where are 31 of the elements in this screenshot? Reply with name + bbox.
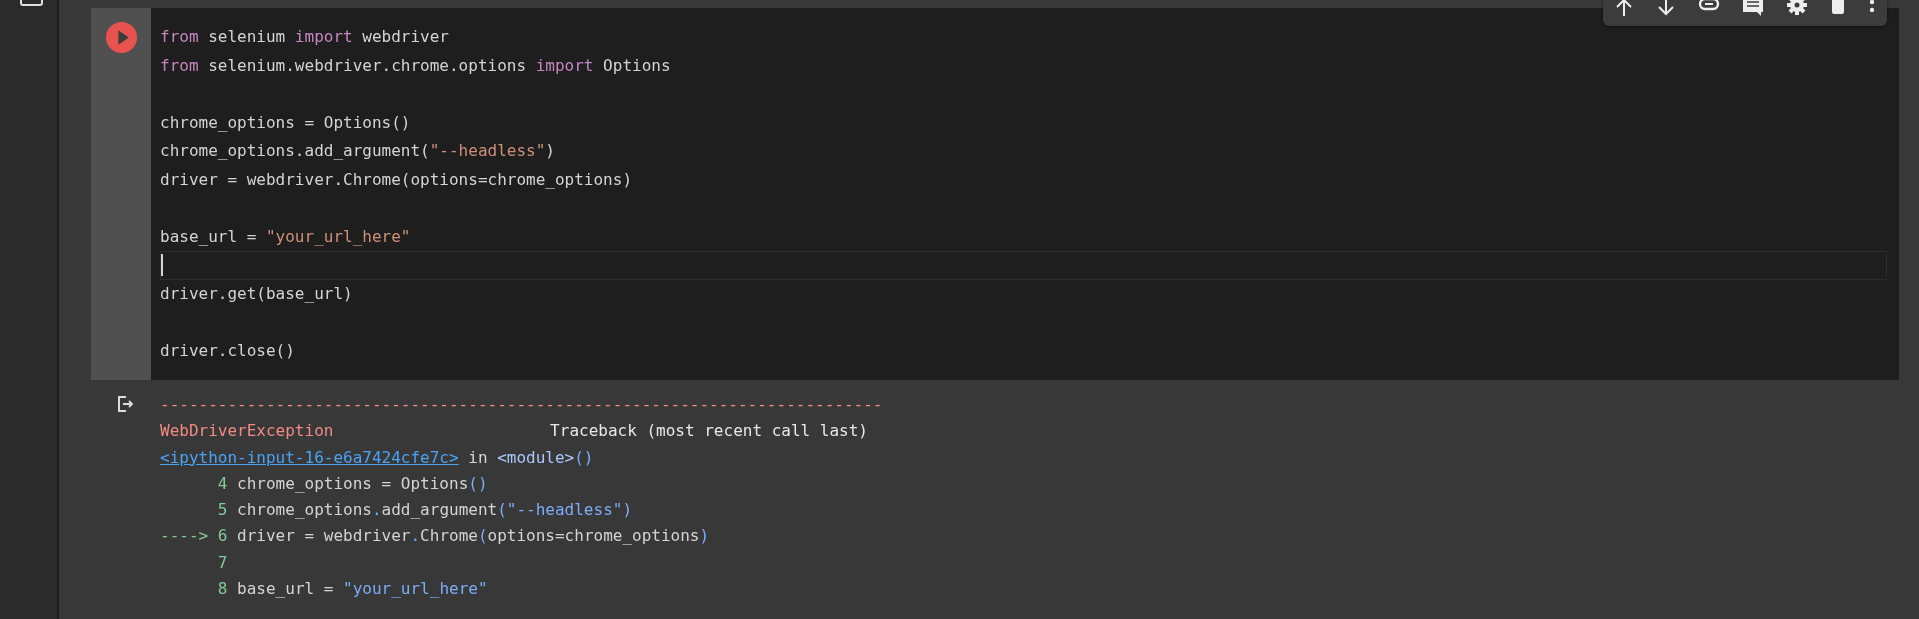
- settings-icon[interactable]: [1786, 0, 1808, 16]
- comment-icon[interactable]: [1742, 0, 1764, 16]
- traceback-note: Traceback (most recent call last): [550, 420, 868, 443]
- source-line: chrome_options = Options(): [236, 473, 488, 493]
- source-line: chrome_options.add_argument("--headless"): [236, 500, 633, 520]
- link-icon[interactable]: [1698, 0, 1720, 12]
- source-line: base_url = "your_url_here": [236, 579, 488, 599]
- exception-name: WebDriverException: [160, 420, 334, 443]
- code-line: base_url = "your_url_here": [160, 225, 412, 248]
- delete-icon[interactable]: [1830, 0, 1846, 16]
- line-marker: 7: [216, 552, 228, 572]
- text-cursor: [161, 254, 163, 277]
- run-button[interactable]: [105, 22, 137, 53]
- line-marker: 4: [216, 473, 228, 493]
- code-line: chrome_options = Options(): [160, 111, 412, 134]
- source-line: driver = webdriver.Chrome(options=chrome_options): [236, 526, 710, 546]
- move-up-icon[interactable]: [1614, 0, 1634, 16]
- move-down-icon[interactable]: [1656, 0, 1676, 16]
- line-marker: ----> 6: [160, 526, 228, 546]
- code-line: driver = webdriver.Chrome(options=chrome_options): [160, 168, 633, 191]
- code-line: driver.get(base_url): [160, 282, 354, 305]
- code-line: driver.close(): [160, 339, 296, 362]
- divider-dashes: ---------------------------------------------------------------------------: [160, 395, 883, 414]
- code-line: from selenium.webdriver.chrome.options import Options: [160, 54, 672, 77]
- code-line: chrome_options.add_argument("--headless"): [160, 140, 556, 162]
- module-text: in <module>(): [467, 447, 594, 467]
- line-marker: 5: [216, 500, 228, 520]
- output-icon[interactable]: [116, 395, 135, 413]
- code-line: from selenium import webdriver: [160, 26, 450, 48]
- line-marker: 8: [216, 579, 228, 599]
- source-link[interactable]: <ipython-input-16-e6a7424cfe7c>: [160, 447, 459, 467]
